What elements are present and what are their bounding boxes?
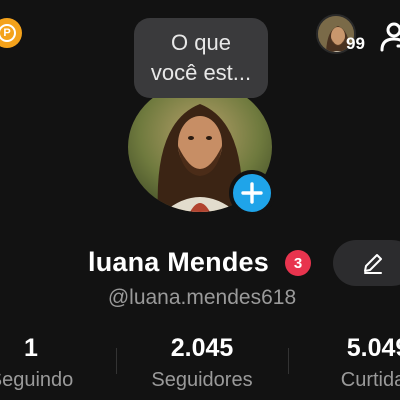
following-label: Seguindo <box>0 369 74 391</box>
add-friend-icon[interactable] <box>378 20 400 52</box>
profile-handle: @luana.mendes618 <box>107 286 297 309</box>
followers-count: 2.045 <box>170 334 234 362</box>
followers-label: Seguidores <box>151 369 253 391</box>
stat-divider <box>288 348 289 374</box>
stat-following[interactable]: 1 Seguindo <box>0 334 86 394</box>
coin-button[interactable]: P <box>0 18 22 48</box>
status-note-line-1: O que <box>171 30 231 55</box>
stat-likes[interactable]: 5.049 Curtidas <box>318 334 400 394</box>
following-count: 1 <box>24 334 38 362</box>
profile-screen: P O que você est... 99 luana Mendes 3 @l… <box>0 0 400 400</box>
plus-icon <box>241 182 263 204</box>
profile-name: luana Mendes <box>88 247 269 277</box>
edit-profile-button[interactable] <box>333 240 400 286</box>
add-photo-button[interactable] <box>229 170 275 216</box>
pencil-icon <box>364 254 382 274</box>
stat-divider <box>116 348 117 374</box>
notification-badge[interactable]: 3 <box>285 250 311 276</box>
friends-count: 99 <box>346 34 365 53</box>
likes-label: Curtidas <box>340 369 400 391</box>
status-note-line-2: você est... <box>150 60 252 85</box>
likes-count: 5.049 <box>346 334 400 362</box>
stat-followers[interactable]: 2.045 Seguidores <box>132 334 272 394</box>
coin-icon: P <box>0 24 16 42</box>
status-note-bubble[interactable]: O que você est... <box>134 18 268 98</box>
